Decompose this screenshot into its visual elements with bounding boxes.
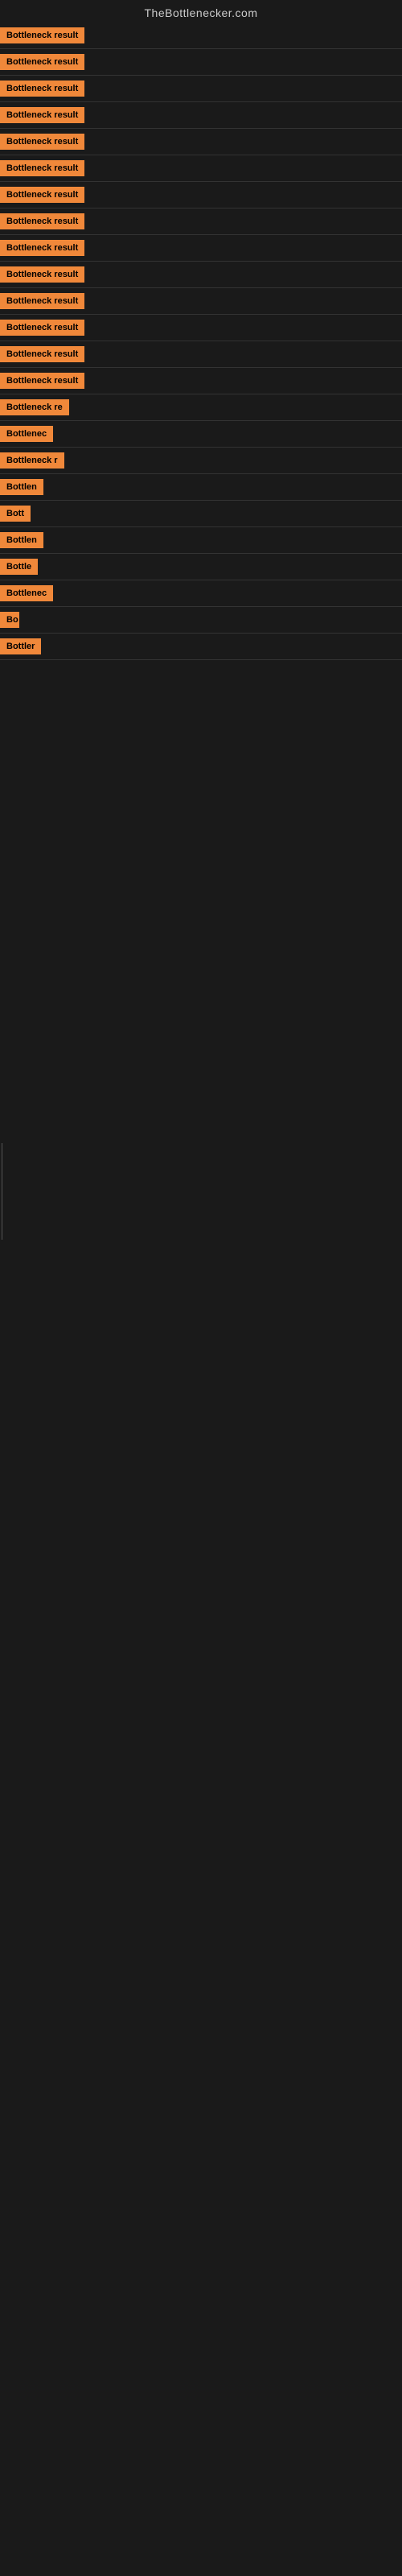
bottleneck-badge[interactable]: Bottleneck result [0, 54, 84, 70]
bottleneck-badge[interactable]: Bottlen [0, 532, 43, 548]
bottleneck-row: Bottleneck result [0, 288, 402, 314]
bottleneck-badge[interactable]: Bottle [0, 559, 38, 575]
bottleneck-row: Bottleneck result [0, 341, 402, 367]
bottleneck-badge[interactable]: Bottlenec [0, 426, 53, 442]
bottleneck-row: Bottle [0, 554, 402, 580]
bottleneck-badge[interactable]: Bottleneck result [0, 266, 84, 283]
bottleneck-row: Bottlen [0, 474, 402, 500]
bottleneck-row: Bottlen [0, 527, 402, 553]
bottleneck-badge[interactable]: Bo [0, 612, 19, 628]
site-title: TheBottlenecker.com [0, 0, 402, 23]
bottleneck-row: Bottleneck result [0, 208, 402, 234]
bottleneck-row: Bottleneck result [0, 262, 402, 287]
bottleneck-row: Bottleneck result [0, 23, 402, 48]
bottleneck-row: Bottleneck result [0, 315, 402, 341]
bottleneck-badge[interactable]: Bottleneck result [0, 240, 84, 256]
bottleneck-row: Bottleneck result [0, 182, 402, 208]
bottleneck-row: Bottler [0, 634, 402, 659]
bottleneck-badge[interactable]: Bottleneck result [0, 134, 84, 150]
bottleneck-badge[interactable]: Bottleneck result [0, 373, 84, 389]
bottleneck-row: Bott [0, 501, 402, 526]
bottleneck-badge[interactable]: Bottlenec [0, 585, 53, 601]
bottleneck-row: Bottleneck result [0, 129, 402, 155]
bottleneck-badge[interactable]: Bottleneck result [0, 80, 84, 97]
bottleneck-row: Bottleneck result [0, 76, 402, 101]
bottleneck-badge[interactable]: Bottleneck re [0, 399, 69, 415]
bottleneck-row: Bottleneck r [0, 448, 402, 473]
bottleneck-badge[interactable]: Bottleneck result [0, 107, 84, 123]
bottleneck-badge[interactable]: Bottlen [0, 479, 43, 495]
bottleneck-badge[interactable]: Bottler [0, 638, 41, 654]
bottleneck-badge[interactable]: Bottleneck result [0, 27, 84, 43]
bottleneck-row: Bottleneck result [0, 235, 402, 261]
rows-container: Bottleneck result Bottleneck result Bottle… [0, 23, 402, 660]
bottleneck-row: Bo [0, 607, 402, 633]
bottleneck-badge[interactable]: Bottleneck result [0, 187, 84, 203]
bottleneck-badge[interactable]: Bottleneck result [0, 320, 84, 336]
bottleneck-badge[interactable]: Bottleneck result [0, 293, 84, 309]
bottleneck-row: Bottleneck result [0, 49, 402, 75]
bottleneck-row: Bottlenec [0, 580, 402, 606]
bottleneck-badge[interactable]: Bottleneck r [0, 452, 64, 469]
bottom-area [0, 660, 402, 1787]
site-header: TheBottlenecker.com [0, 0, 402, 23]
bottleneck-row: Bottleneck result [0, 102, 402, 128]
bottleneck-badge[interactable]: Bottleneck result [0, 160, 84, 176]
bottleneck-row: Bottleneck result [0, 155, 402, 181]
bottleneck-badge[interactable]: Bottleneck result [0, 213, 84, 229]
bottleneck-badge[interactable]: Bott [0, 506, 31, 522]
bottleneck-row: Bottleneck re [0, 394, 402, 420]
bottleneck-row: Bottlenec [0, 421, 402, 447]
bottleneck-row: Bottleneck result [0, 368, 402, 394]
bottleneck-badge[interactable]: Bottleneck result [0, 346, 84, 362]
